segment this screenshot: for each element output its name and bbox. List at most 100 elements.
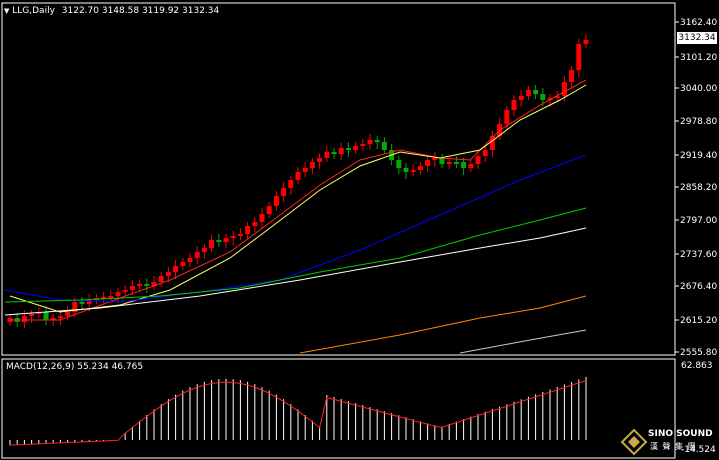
candle-body (533, 90, 539, 94)
macd-top-value: 62.863 (681, 361, 713, 371)
candle-body (223, 238, 229, 242)
macd-histogram (9, 377, 587, 446)
candle-body (65, 312, 71, 316)
candle-body (295, 172, 301, 180)
chart-window[interactable]: 3162.40 3101.20 3040.00 2978.80 2919.40 2858.… (0, 0, 719, 460)
candle-body (396, 160, 402, 168)
candle-body (180, 262, 186, 266)
candle-body (525, 90, 531, 96)
price-tick-label: 2737.60 (680, 250, 717, 260)
candle-body (353, 146, 359, 150)
candle-body (317, 158, 323, 162)
price-tick-label: 3040.00 (680, 84, 717, 94)
candle-body (209, 240, 215, 248)
candle-body (381, 142, 387, 150)
candle-body (129, 286, 135, 290)
candlestick-series (7, 34, 589, 328)
candle-body (144, 284, 150, 286)
macd-label: MACD(12,26,9) 55.234 46.765 (6, 362, 144, 372)
candle-body (29, 314, 35, 316)
candle-body (273, 196, 279, 206)
brand-name: SINO SOUND (648, 429, 713, 439)
candle-body (165, 272, 171, 276)
macd-panel-frame (1, 358, 676, 459)
candle-body (324, 152, 330, 158)
candle-body (374, 140, 380, 142)
ma-orange-line (299, 295, 587, 354)
collapse-triangle-icon[interactable]: ▼ (4, 7, 9, 15)
candle-body (504, 110, 510, 124)
candle-body (137, 284, 143, 286)
candle-body (288, 180, 294, 188)
current-price-tag: 3132.34 (677, 32, 717, 44)
candle-body (475, 156, 481, 164)
moving-averages (4, 79, 587, 354)
candle-body (338, 148, 344, 154)
candle-body (57, 316, 63, 318)
candle-body (518, 96, 524, 100)
candle-body (446, 162, 452, 164)
candle-body (309, 162, 315, 168)
candle-body (122, 290, 128, 292)
candle-body (187, 258, 193, 262)
ma-white-line (4, 227, 587, 316)
candle-body (79, 302, 85, 304)
candle-body (21, 316, 27, 322)
candle-body (439, 158, 445, 164)
candle-body (252, 222, 258, 226)
candle-body (569, 70, 575, 82)
candle-body (115, 292, 121, 296)
price-chart[interactable]: 3162.40 3101.20 3040.00 2978.80 2919.40 2858.… (0, 0, 719, 460)
candle-body (403, 168, 409, 172)
candle-body (417, 166, 423, 170)
candle-body (425, 160, 431, 166)
price-tick-label: 3162.40 (680, 18, 717, 28)
brand-name-cn: 漢 聲 集 團 (650, 442, 697, 451)
symbol-label: LLG,Daily (12, 6, 55, 16)
ma-green-line (4, 207, 587, 303)
candle-body (201, 248, 207, 252)
candle-body (43, 312, 49, 320)
candle-body (453, 162, 459, 164)
candle-body (331, 152, 337, 154)
candle-body (194, 252, 200, 258)
price-tick-label: 2919.40 (680, 151, 717, 161)
candle-body (259, 214, 265, 222)
candle-body (230, 236, 236, 238)
price-tick-label: 2555.80 (680, 348, 717, 358)
price-tick-label: 3101.20 (680, 53, 717, 63)
candle-body (540, 94, 546, 100)
price-tick-label: 2615.20 (680, 316, 717, 326)
candle-body (583, 40, 589, 44)
candle-body (511, 100, 517, 110)
price-axis: 3162.40 3101.20 3040.00 2978.80 2919.40 2858.… (675, 18, 717, 358)
sino-sound-logo: SINO SOUND 漢 聲 集 團 (620, 428, 716, 456)
candle-body (173, 266, 179, 272)
candle-body (216, 240, 222, 242)
candle-body (266, 206, 272, 214)
price-tick-label: 2978.80 (680, 117, 717, 127)
candle-body (245, 226, 251, 234)
price-tick-label: 2797.00 (680, 216, 717, 226)
candle-body (345, 148, 351, 150)
candle-body (367, 140, 373, 144)
candle-body (576, 44, 582, 70)
candle-body (281, 188, 287, 196)
candle-body (482, 150, 488, 156)
candle-body (158, 276, 164, 282)
candle-body (237, 234, 243, 236)
candle-body (561, 82, 567, 96)
candle-body (108, 296, 114, 298)
price-tick-label: 2858.20 (680, 183, 717, 193)
ohlc-values: 3122.70 3148.58 3119.92 3132.34 (61, 6, 220, 16)
candle-body (410, 170, 416, 172)
candle-body (468, 164, 474, 168)
candle-body (461, 162, 467, 168)
candle-body (302, 168, 308, 172)
candle-body (360, 144, 366, 146)
ma-fast-line (10, 79, 587, 321)
diamond-logo-icon (620, 428, 648, 456)
ma-long-line (459, 329, 587, 354)
candle-body (432, 158, 438, 160)
price-tick-label: 2676.40 (680, 282, 717, 292)
